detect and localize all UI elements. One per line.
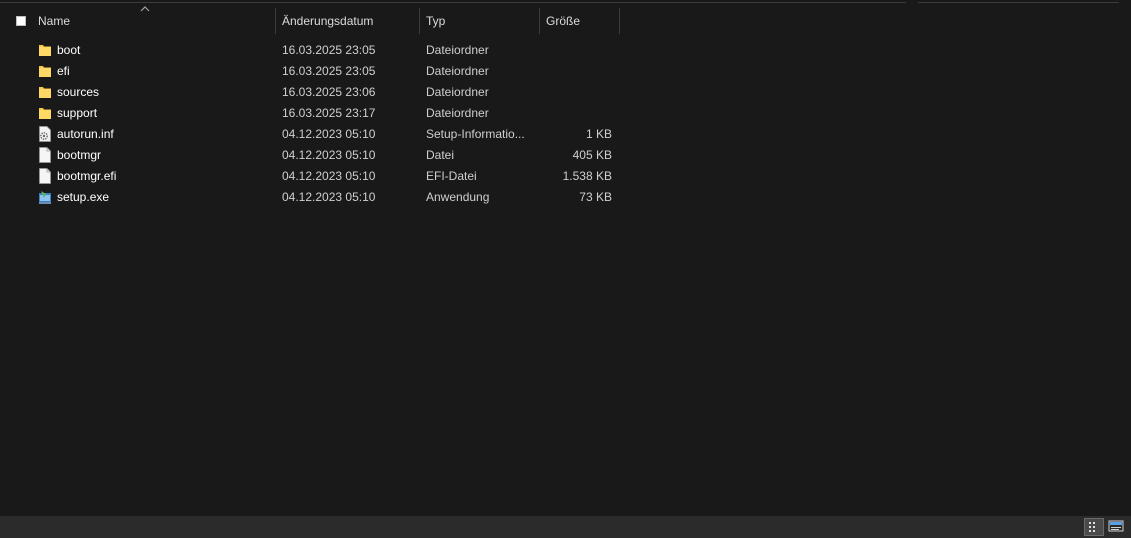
file-date: 16.03.2025 23:17 xyxy=(282,106,376,120)
file-row[interactable]: support 16.03.2025 23:17 Dateiordner xyxy=(0,103,620,124)
tiles-view-icon xyxy=(1108,520,1124,532)
column-divider[interactable] xyxy=(619,8,620,34)
file-date: 04.12.2023 05:10 xyxy=(282,148,376,162)
file-type: Setup-Informatio... xyxy=(426,127,525,141)
file-name: bootmgr xyxy=(57,148,102,162)
file-row[interactable]: autorun.inf 04.12.2023 05:10 Setup-Infor… xyxy=(0,124,620,145)
file-date: 16.03.2025 23:05 xyxy=(282,64,376,78)
file-date: 04.12.2023 05:10 xyxy=(282,169,376,183)
file-row[interactable]: sources 16.03.2025 23:06 Dateiordner xyxy=(0,82,620,103)
column-header-size[interactable]: Größe xyxy=(546,8,580,34)
file-name: autorun.inf xyxy=(57,127,114,141)
file-row[interactable]: efi 16.03.2025 23:05 Dateiordner xyxy=(0,61,620,82)
file-name: setup.exe xyxy=(57,190,110,204)
file-type: Dateiordner xyxy=(426,85,489,99)
file-name: support xyxy=(57,106,98,120)
search-box-edge xyxy=(918,0,1119,3)
column-header-type[interactable]: Typ xyxy=(426,8,445,34)
file-date: 04.12.2023 05:10 xyxy=(282,190,376,204)
file-date: 04.12.2023 05:10 xyxy=(282,127,376,141)
file-row[interactable]: bootmgr.efi 04.12.2023 05:10 EFI-Datei 1… xyxy=(0,166,620,187)
file-row[interactable]: setup.exe 04.12.2023 05:10 Anwendung 73 … xyxy=(0,187,620,208)
column-divider[interactable] xyxy=(275,8,276,34)
setup-exe-icon xyxy=(39,191,51,204)
file-row[interactable]: bootmgr 04.12.2023 05:10 Datei 405 KB xyxy=(0,145,620,166)
file-date: 16.03.2025 23:06 xyxy=(282,85,376,99)
status-bar xyxy=(0,516,1131,538)
folder-icon xyxy=(39,66,51,77)
file-type: Dateiordner xyxy=(426,64,489,78)
file-list: boot 16.03.2025 23:05 Dateiordner efi 16… xyxy=(0,40,1131,208)
column-header-row: Name Änderungsdatum Typ Größe xyxy=(0,6,1131,34)
settings-file-icon xyxy=(39,126,51,142)
file-type: Datei xyxy=(426,148,455,162)
address-bar-edge xyxy=(0,0,906,3)
file-size: 1.538 KB xyxy=(562,169,612,183)
folder-icon xyxy=(39,108,51,119)
details-view-icon xyxy=(1089,522,1095,532)
file-type: Anwendung xyxy=(426,190,490,204)
file-explorer-window: Name Änderungsdatum Typ Größe boot 16.03… xyxy=(0,0,1131,538)
folder-icon xyxy=(39,87,51,98)
file-name: boot xyxy=(57,43,81,57)
file-row[interactable]: boot 16.03.2025 23:05 Dateiordner xyxy=(0,40,620,61)
select-all-checkbox[interactable] xyxy=(16,16,26,26)
file-icon xyxy=(39,168,51,184)
file-type: Dateiordner xyxy=(426,43,489,57)
folder-icon xyxy=(39,45,51,56)
tiles-view-button[interactable] xyxy=(1107,518,1127,536)
details-view-button[interactable] xyxy=(1084,518,1104,536)
file-size: 73 KB xyxy=(579,190,612,204)
file-icon xyxy=(39,147,51,163)
file-name: efi xyxy=(57,64,70,78)
file-size: 1 KB xyxy=(585,127,612,141)
file-name: sources xyxy=(57,85,100,99)
column-header-name[interactable]: Name xyxy=(38,8,70,34)
file-type: Dateiordner xyxy=(426,106,489,120)
column-header-date[interactable]: Änderungsdatum xyxy=(282,8,373,34)
file-type: EFI-Datei xyxy=(426,169,477,183)
file-date: 16.03.2025 23:05 xyxy=(282,43,376,57)
column-divider[interactable] xyxy=(419,8,420,34)
column-divider[interactable] xyxy=(539,8,540,34)
file-name: bootmgr.efi xyxy=(57,169,117,183)
file-size: 405 KB xyxy=(572,148,612,162)
sort-ascending-icon xyxy=(140,6,150,12)
